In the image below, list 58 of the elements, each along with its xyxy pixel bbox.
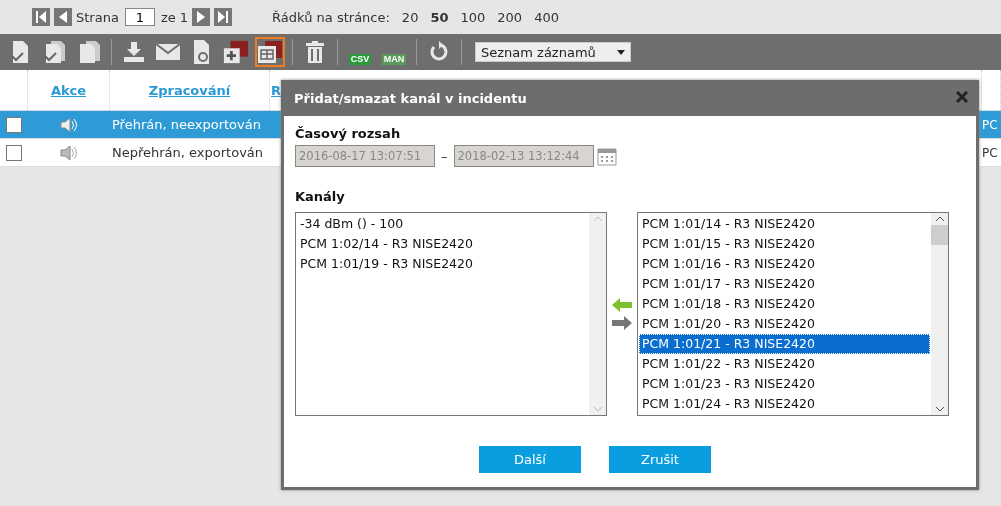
list-item[interactable]: PCM 1:02/14 - R3 NISE2420 (297, 234, 588, 254)
table-cell-text: Přehrán, neexportován (111, 117, 262, 132)
table-cell-text: PC (982, 117, 999, 132)
toolbar-button[interactable] (255, 37, 285, 67)
list-item[interactable]: PCM 1:01/22 - R3 NISE2420 (639, 354, 930, 374)
table-cell-text: PC (982, 145, 999, 160)
documents-check-icon (43, 40, 67, 64)
scrollbar-thumb[interactable] (931, 225, 948, 245)
list-item[interactable]: PCM 1:01/18 - R3 NISE2420 (639, 294, 930, 314)
section-label: Časový rozsah (295, 126, 402, 141)
csv-export-button[interactable]: CSV (345, 37, 375, 67)
available-channels-list[interactable]: -34 dBm () - 100 PCM 1:02/14 - R3 NISE2420 PCM 1:01/19 - R3 NISE2420 (295, 212, 607, 416)
list-item[interactable]: PCM 1:01/17 - R3 NISE2420 (639, 274, 930, 294)
section-label: Kanály (295, 189, 346, 204)
previous-page-button[interactable] (54, 8, 72, 26)
page-size-link[interactable]: 50 (430, 9, 449, 25)
list-item[interactable]: PCM 1:01/14 - R3 NISE2420 (639, 214, 930, 234)
caret-icon (617, 49, 625, 55)
skip-first-icon (34, 10, 48, 24)
row-checkbox[interactable] (6, 116, 22, 133)
page-field[interactable]: 1 (124, 8, 155, 26)
row-checkbox[interactable] (6, 144, 22, 161)
panel-table-icon (257, 40, 283, 64)
page-size-link[interactable]: 200 (497, 9, 523, 25)
list-item[interactable]: PCM 1:01/20 - R3 NISE2420 (639, 314, 930, 334)
list-item[interactable]: PCM 1:01/19 - R3 NISE2420 (297, 254, 588, 274)
table-cell-text: Nepřehrán, exportován (111, 145, 265, 160)
dialog-title: Přidat/smazat kanál v incidentu (294, 90, 527, 106)
next-page-button[interactable] (192, 8, 211, 26)
range-dash: – (440, 148, 449, 164)
add-panel-icon (223, 39, 249, 65)
speaker-icon[interactable] (59, 143, 79, 162)
speaker-icon[interactable] (59, 115, 79, 134)
envelope-icon (155, 42, 181, 62)
page-size-link[interactable]: 400 (534, 9, 559, 25)
list-item[interactable]: PCM 1:01/15 - R3 NISE2420 (639, 234, 930, 254)
list-item[interactable]: -34 dBm () - 100 (297, 214, 588, 234)
view-select[interactable]: Seznam záznamů (475, 42, 631, 62)
documents-icon (77, 40, 101, 64)
page-size-link[interactable]: 100 (460, 9, 486, 25)
selected-channels-list[interactable] (637, 212, 949, 416)
move-left-button[interactable] (612, 298, 632, 312)
trash-icon (304, 40, 326, 64)
last-page-button[interactable] (214, 8, 233, 26)
calendar-icon[interactable] (596, 146, 617, 166)
move-right-button[interactable] (612, 316, 632, 330)
first-page-button[interactable] (32, 8, 50, 26)
page-count: ze 1 (160, 9, 189, 25)
page-size-link[interactable]: 20 (401, 9, 419, 25)
rows-per-page-label: Řádků na stránce: (272, 9, 390, 25)
skip-last-icon (216, 10, 231, 24)
list-item[interactable]: PCM 1:01/21 - R3 NISE2420 (639, 334, 930, 354)
list-item[interactable]: PCM 1:01/23 - R3 NISE2420 (639, 374, 930, 394)
page-label: Strana (76, 9, 119, 25)
list-item[interactable]: PCM 1:01/16 - R3 NISE2420 (639, 254, 930, 274)
refresh-icon (428, 41, 450, 63)
list-item[interactable]: PCM 1:01/24 - R3 NISE2420 (639, 394, 930, 414)
download-icon (122, 40, 146, 64)
